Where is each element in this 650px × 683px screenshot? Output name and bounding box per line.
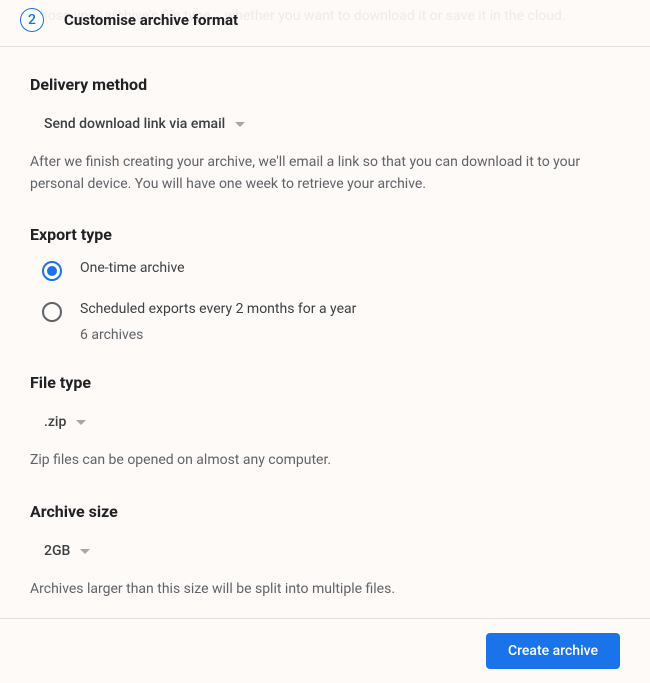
delivery-method-selected: Send download link via email	[44, 116, 225, 132]
step-number-badge: 2	[20, 8, 44, 32]
archive-size-description: Archives larger than this size will be s…	[30, 579, 620, 601]
content-area: Delivery method Send download link via e…	[0, 47, 650, 601]
archive-size-selected: 2GB	[44, 543, 70, 559]
step-header: hose your archive's file type... whether…	[0, 0, 650, 47]
create-archive-button[interactable]: Create archive	[486, 633, 620, 669]
export-type-section: Export type One-time archive Scheduled e…	[30, 225, 620, 343]
chevron-down-icon	[235, 122, 245, 127]
file-type-selected: .zip	[44, 414, 66, 430]
archive-size-dropdown[interactable]: 2GB	[30, 537, 98, 565]
radio-label: Scheduled exports every 2 months for a y…	[80, 301, 356, 317]
file-type-dropdown[interactable]: .zip	[30, 408, 94, 436]
delivery-method-dropdown[interactable]: Send download link via email	[30, 110, 253, 138]
radio-selected-icon	[42, 261, 62, 281]
footer: Create archive	[0, 618, 650, 683]
archive-size-section: Archive size 2GB Archives larger than th…	[30, 502, 620, 601]
export-type-title: Export type	[30, 225, 620, 244]
export-type-option-onetime[interactable]: One-time archive	[42, 260, 620, 281]
delivery-method-section: Delivery method Send download link via e…	[30, 75, 620, 195]
delivery-method-description: After we finish creating your archive, w…	[30, 152, 620, 195]
chevron-down-icon	[76, 420, 86, 425]
radio-unselected-icon	[42, 302, 62, 322]
export-type-radio-group: One-time archive Scheduled exports every…	[30, 260, 620, 343]
file-type-description: Zip files can be opened on almost any co…	[30, 450, 620, 472]
page-title: Customise archive format	[64, 11, 238, 29]
delivery-method-title: Delivery method	[30, 75, 620, 94]
export-type-option-scheduled[interactable]: Scheduled exports every 2 months for a y…	[42, 301, 620, 343]
file-type-title: File type	[30, 373, 620, 392]
chevron-down-icon	[80, 549, 90, 554]
radio-sublabel: 6 archives	[80, 327, 356, 343]
archive-size-title: Archive size	[30, 502, 620, 521]
file-type-section: File type .zip Zip files can be opened o…	[30, 373, 620, 472]
radio-label: One-time archive	[80, 260, 185, 276]
